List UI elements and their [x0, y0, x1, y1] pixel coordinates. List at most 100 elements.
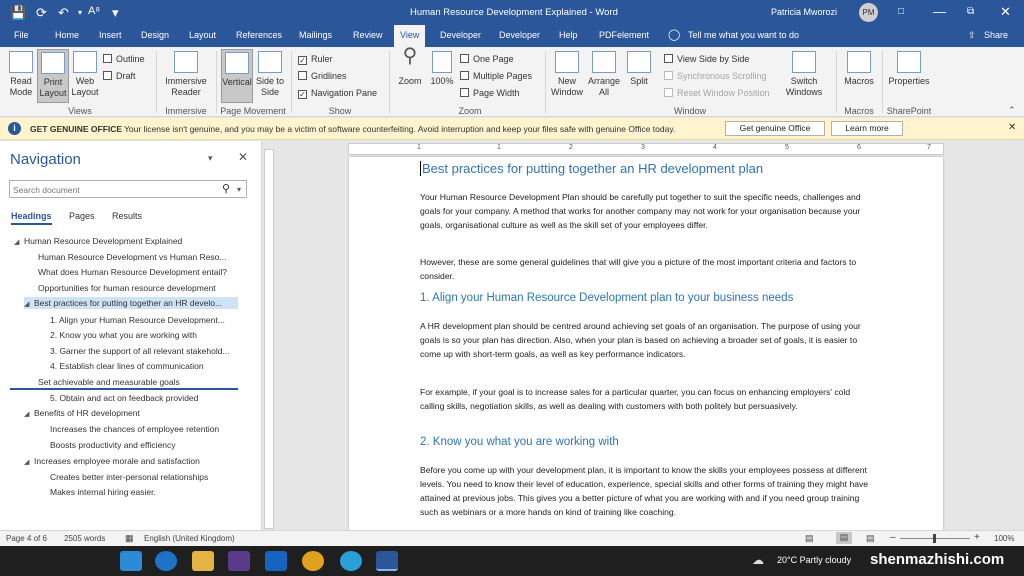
tab-headings[interactable]: Headings [11, 211, 52, 225]
word-count[interactable]: 2505 words [64, 534, 105, 543]
save-icon[interactable]: 💾 [10, 5, 26, 21]
user-name[interactable]: Patricia Mworozi [771, 7, 837, 17]
print-layout-status-icon[interactable]: ▤ [836, 532, 852, 544]
minimize-icon[interactable]: — [933, 4, 946, 19]
one-page-button[interactable]: One Page [460, 54, 514, 64]
collapse-triangle-icon[interactable]: ◢ [24, 410, 34, 418]
tab-pages[interactable]: Pages [69, 211, 95, 221]
collapse-triangle-icon[interactable]: ◢ [24, 300, 34, 308]
tab-view[interactable]: View [394, 25, 426, 47]
view-side-by-side-button[interactable]: View Side by Side [664, 54, 749, 64]
tab-home[interactable]: Home [55, 30, 79, 40]
split-button[interactable]: Split [624, 51, 654, 87]
heading-item[interactable]: ◢ Increases employee morale and satisfact… [24, 456, 254, 466]
zoom-level[interactable]: 100% [994, 534, 1014, 543]
read-mode-status-icon[interactable]: ▤ [805, 533, 814, 544]
multiple-pages-button[interactable]: Multiple Pages [460, 71, 532, 81]
restore-icon[interactable]: ⧉ [967, 6, 974, 17]
properties-button[interactable]: Properties [886, 51, 932, 87]
tab-insert[interactable]: Insert [99, 30, 122, 40]
immersive-reader-button[interactable]: Immersive Reader [162, 51, 210, 98]
heading-item[interactable]: 2. Know you what you are working with [50, 330, 280, 340]
macros-button[interactable]: Macros [842, 51, 876, 87]
zoom-in-icon[interactable]: + [974, 532, 980, 543]
side-to-side-button[interactable]: Side to Side [255, 51, 285, 98]
pane-options-icon[interactable]: ▾ [208, 153, 213, 164]
draft-button[interactable]: Draft [103, 71, 136, 81]
share-button[interactable]: Share [984, 30, 1008, 40]
document-paragraph[interactable]: However, these are some general guidelin… [420, 255, 875, 283]
telegram-icon[interactable] [340, 551, 362, 571]
arrange-all-button[interactable]: Arrange All [586, 51, 622, 98]
switch-windows-button[interactable]: Switch Windows [782, 51, 826, 98]
heading-item[interactable]: Creates better inter-personal relationsh… [50, 472, 280, 482]
tab-references[interactable]: References [236, 30, 282, 40]
close-pane-icon[interactable]: ✕ [238, 150, 248, 164]
new-window-button[interactable]: New Window [550, 51, 584, 98]
horizontal-ruler[interactable]: 1 1 2 3 4 5 6 7 [348, 143, 944, 155]
collapse-triangle-icon[interactable]: ◢ [14, 238, 24, 246]
text-direction-icon[interactable]: A⁸ [88, 5, 100, 17]
language[interactable]: English (United Kingdom) [144, 534, 235, 543]
document-paragraph[interactable]: Before you come up with your development… [420, 463, 875, 519]
heading-item[interactable]: Set achievable and measurable goals [38, 377, 268, 387]
document-heading[interactable]: Best practices for putting together an H… [420, 161, 763, 176]
close-icon[interactable]: ✕ [1000, 4, 1011, 20]
proofing-icon[interactable]: ▦ [125, 533, 134, 544]
media-player-icon[interactable] [265, 551, 287, 571]
page-count[interactable]: Page 4 of 6 [6, 534, 47, 543]
zoom-button[interactable]: ⚲ Zoom [395, 46, 425, 87]
document-subheading[interactable]: 2. Know you what you are working with [420, 436, 619, 448]
document-page[interactable]: Best practices for putting together an H… [349, 157, 943, 530]
chrome-icon[interactable] [302, 551, 324, 571]
vertical-button[interactable]: Vertical [221, 49, 253, 103]
avatar[interactable]: PM [859, 3, 878, 22]
tab-review[interactable]: Review [353, 30, 383, 40]
heading-item[interactable]: What does Human Resource Development ent… [38, 267, 268, 277]
heading-item[interactable]: 1. Align your Human Resource Development… [50, 315, 280, 325]
zoom-out-icon[interactable]: – [890, 532, 896, 543]
tab-developer[interactable]: Developer [440, 30, 481, 40]
document-subheading[interactable]: 1. Align your Human Resource Development… [420, 292, 793, 304]
heading-item-selected[interactable]: ◢ Best practices for putting together an … [24, 297, 238, 309]
autosave-icon[interactable]: ⟳ [36, 5, 47, 21]
app-icon[interactable] [228, 551, 250, 571]
tab-pdfelement[interactable]: PDFelement [599, 30, 649, 40]
heading-item[interactable]: Human Resource Development vs Human Reso… [38, 252, 268, 262]
synchronous-scrolling-button[interactable]: Synchronous Scrolling [664, 71, 767, 81]
document-paragraph[interactable]: Your Human Resource Development Plan sho… [420, 190, 875, 232]
ribbon-display-options-icon[interactable]: □ [898, 6, 904, 17]
edge-icon[interactable] [155, 551, 177, 571]
search-document-input[interactable]: Search document ⚲ ▾ [9, 180, 247, 198]
undo-icon[interactable]: ↶ [58, 5, 69, 21]
learn-more-button[interactable]: Learn more [831, 121, 903, 136]
heading-item[interactable]: Opportunities for human resource develop… [38, 283, 268, 293]
zoom-slider-thumb[interactable] [933, 534, 936, 543]
heading-item[interactable]: Boosts productivity and efficiency [50, 440, 280, 450]
read-mode-button[interactable]: Read Mode [6, 51, 36, 98]
print-layout-button[interactable]: Print Layout [37, 49, 69, 103]
share-icon[interactable]: ⇧ [968, 30, 976, 41]
outline-button[interactable]: Outline [103, 54, 145, 64]
heading-item[interactable]: 4. Establish clear lines of communicatio… [50, 361, 280, 371]
heading-item[interactable]: Makes internal hiring easier. [50, 487, 280, 497]
mail-icon[interactable] [120, 551, 142, 571]
document-paragraph[interactable]: A HR development plan should be centred … [420, 319, 875, 361]
collapse-triangle-icon[interactable]: ◢ [24, 458, 34, 466]
weather-icon[interactable]: ☁ [752, 553, 764, 567]
tab-developer-2[interactable]: Developer [499, 30, 540, 40]
heading-item[interactable]: Increases the chances of employee retent… [50, 424, 280, 434]
gridlines-checkbox[interactable]: Gridlines [298, 71, 347, 81]
file-explorer-icon[interactable] [192, 551, 214, 571]
tab-file[interactable]: File [14, 30, 29, 40]
web-layout-status-icon[interactable]: ▤ [866, 533, 875, 544]
page-width-button[interactable]: Page Width [460, 88, 520, 98]
reset-window-position-button[interactable]: Reset Window Position [664, 88, 770, 98]
search-options-icon[interactable]: ▾ [237, 185, 241, 194]
heading-item[interactable]: 5. Obtain and act on feedback provided [50, 393, 280, 403]
tab-mailings[interactable]: Mailings [299, 30, 332, 40]
web-layout-button[interactable]: Web Layout [70, 51, 100, 98]
tab-results[interactable]: Results [112, 211, 142, 221]
weather-text[interactable]: 20°C Partly cloudy [777, 555, 851, 565]
vertical-ruler[interactable] [262, 141, 276, 530]
